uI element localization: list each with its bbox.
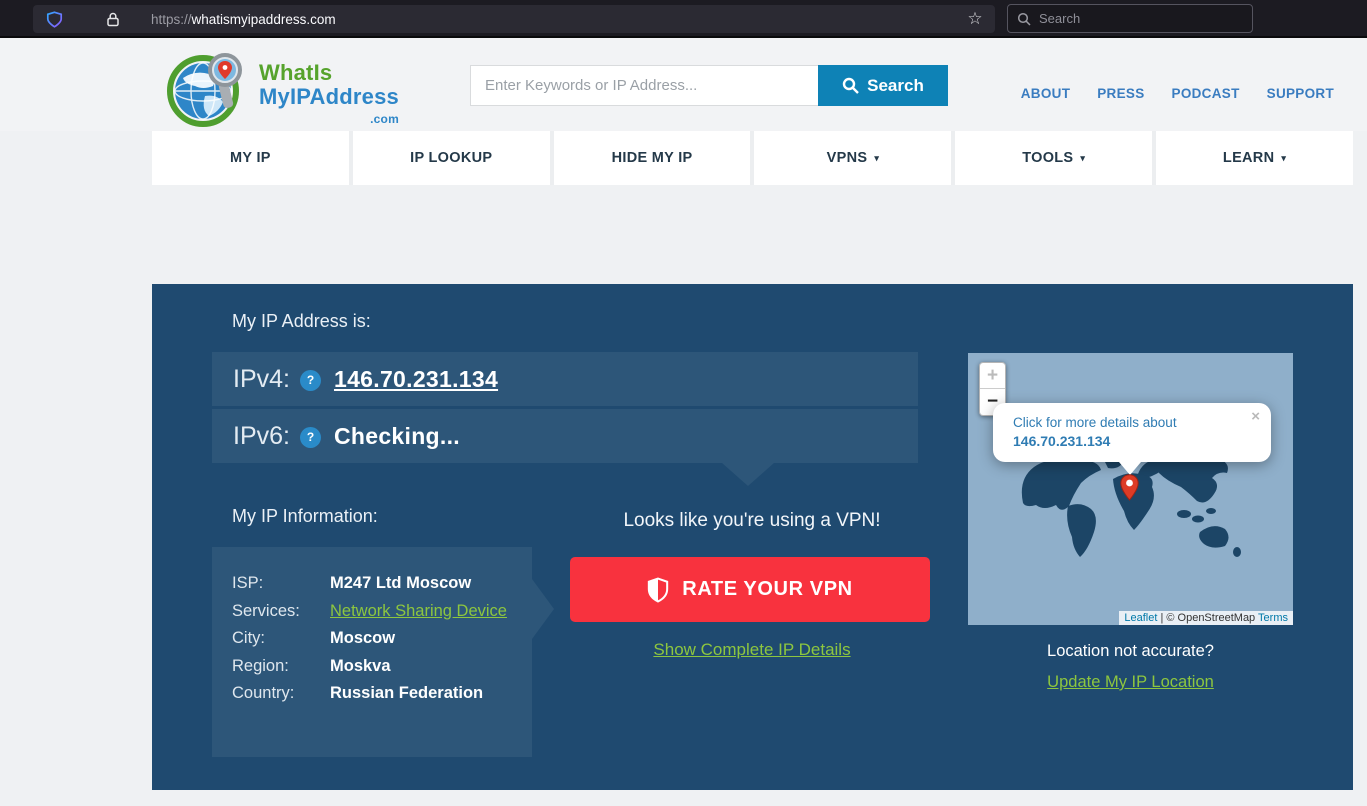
logo-line1: WhatIs (259, 60, 332, 85)
map-popup: Click for more details about 146.70.231.… (993, 403, 1271, 462)
nav-item-label: LEARN (1223, 150, 1274, 166)
lock-icon[interactable] (105, 11, 121, 28)
ipv4-value-link[interactable]: 146.70.231.134 (334, 366, 498, 393)
url-text: https://whatismyipaddress.com (151, 12, 336, 27)
nav-item-vpns[interactable]: VPNS ▾ (754, 131, 951, 185)
info-row-value: Moskva (330, 657, 391, 675)
ipv6-label: IPv6: (233, 422, 290, 451)
ipv6-status: Checking... (334, 423, 460, 450)
red-location-pin[interactable] (1120, 474, 1139, 501)
info-row-label: ISP: (232, 570, 330, 598)
info-row-label: Country: (232, 680, 330, 708)
zoom-in-button[interactable]: + (980, 363, 1005, 389)
vpn-notice: Looks like you're using a VPN! (590, 510, 914, 532)
terms-link[interactable]: Terms (1258, 612, 1288, 624)
nav-item-label: IP LOOKUP (410, 150, 492, 166)
nav-item-label: HIDE MY IP (612, 150, 693, 166)
info-row-label: City: (232, 625, 330, 653)
header-link-support[interactable]: SUPPORT (1267, 86, 1334, 101)
rate-your-vpn-button[interactable]: RATE YOUR VPN (570, 557, 930, 622)
attribution-text: | © OpenStreetMap (1157, 612, 1258, 624)
info-row-value: M247 Ltd Moscow (330, 574, 471, 592)
popup-ip: 146.70.231.134 (1013, 433, 1110, 449)
nav-item-label: VPNS (827, 150, 868, 166)
nav-item-label: MY IP (230, 150, 271, 166)
info-row: Region:Moskva (232, 653, 514, 681)
ipv6-help-icon[interactable]: ? (300, 427, 321, 448)
ipv6-row: IPv6: ? Checking... (212, 409, 918, 463)
location-map[interactable]: + − Click for more details about 146.70.… (968, 353, 1293, 625)
header-link-about[interactable]: ABOUT (1021, 86, 1071, 101)
nav-item-ip-lookup[interactable]: IP LOOKUP (353, 131, 550, 185)
main-nav: MY IP IP LOOKUP HIDE MY IP VPNS ▾ TOOLS … (152, 131, 1353, 185)
info-row: Services:Network Sharing Device (232, 598, 514, 626)
site-search-button-label: Search (867, 76, 924, 96)
site-search-button[interactable]: Search (818, 65, 948, 106)
site-logo[interactable]: WhatIs MyIPAddress .com (165, 48, 399, 130)
nav-item-my-ip[interactable]: MY IP (152, 131, 349, 185)
info-row-value-link[interactable]: Network Sharing Device (330, 602, 507, 620)
map-attribution: Leaflet | © OpenStreetMap Terms (1119, 611, 1293, 625)
map-popup-text: Click for more details about 146.70.231.… (993, 403, 1271, 451)
header-link-press[interactable]: PRESS (1097, 86, 1144, 101)
info-row-value: Russian Federation (330, 684, 483, 702)
logo-line2: MyIPAddress (259, 84, 399, 109)
chevron-down-icon: ▾ (1281, 153, 1286, 164)
info-row-value: Moscow (330, 629, 395, 647)
ip-info-heading: My IP Information: (232, 506, 378, 527)
globe-magnifier-logo-icon (165, 48, 247, 130)
ipv4-label: IPv4: (233, 365, 290, 394)
leaflet-link[interactable]: Leaflet (1124, 612, 1157, 624)
url-protocol: https:// (151, 12, 192, 27)
bookmark-star-icon[interactable]: ☆ (963, 9, 987, 29)
tracking-shield-icon[interactable] (46, 11, 63, 28)
popup-close-icon[interactable]: × (1251, 408, 1260, 425)
browser-search-field[interactable]: Search (1007, 4, 1253, 33)
url-host: whatismyipaddress.com (192, 12, 336, 27)
info-row: City:Moscow (232, 625, 514, 653)
chevron-down-icon: ▾ (1080, 153, 1085, 164)
header-links: ABOUT PRESS PODCAST SUPPORT (1021, 86, 1334, 101)
shield-icon (647, 577, 669, 603)
ipv4-row: IPv4: ? 146.70.231.134 (212, 352, 918, 406)
nav-item-label: TOOLS (1022, 150, 1073, 166)
search-icon (1017, 12, 1031, 26)
ip-heading: My IP Address is: (232, 311, 371, 332)
info-row-label: Region: (232, 653, 330, 681)
location-not-accurate-text: Location not accurate? (968, 642, 1293, 661)
logo-wordmark: WhatIs MyIPAddress .com (259, 62, 399, 130)
site-search-input[interactable] (470, 65, 818, 106)
info-row-label: Services: (232, 598, 330, 626)
address-bar[interactable]: https://whatismyipaddress.com ☆ (33, 5, 995, 33)
pointer-notch (722, 463, 774, 486)
rate-your-vpn-label: RATE YOUR VPN (682, 578, 852, 601)
nav-item-tools[interactable]: TOOLS ▾ (955, 131, 1152, 185)
show-complete-ip-details-link[interactable]: Show Complete IP Details (653, 640, 850, 659)
header-link-podcast[interactable]: PODCAST (1172, 86, 1240, 101)
update-ip-location-link[interactable]: Update My IP Location (1047, 673, 1214, 691)
nav-item-hide-my-ip[interactable]: HIDE MY IP (554, 131, 751, 185)
browser-search-placeholder: Search (1039, 11, 1080, 26)
nav-item-learn[interactable]: LEARN ▾ (1156, 131, 1353, 185)
popup-line1: Click for more details about (1013, 415, 1177, 430)
ipv4-help-icon[interactable]: ? (300, 370, 321, 391)
chevron-down-icon: ▾ (874, 153, 879, 164)
site-header: WhatIs MyIPAddress .com Search ABOUT PRES… (0, 38, 1367, 131)
info-row: Country:Russian Federation (232, 680, 514, 708)
site-search: Search (470, 65, 948, 106)
search-icon (842, 77, 859, 94)
browser-toolbar: https://whatismyipaddress.com ☆ Search (0, 0, 1367, 38)
logo-tld: .com (259, 109, 399, 130)
ip-info-box: ISP:M247 Ltd Moscow Services:Network Sha… (212, 547, 532, 757)
info-row: ISP:M247 Ltd Moscow (232, 570, 514, 598)
my-ip-panel: My IP Address is: IPv4: ? 146.70.231.134… (152, 284, 1353, 790)
